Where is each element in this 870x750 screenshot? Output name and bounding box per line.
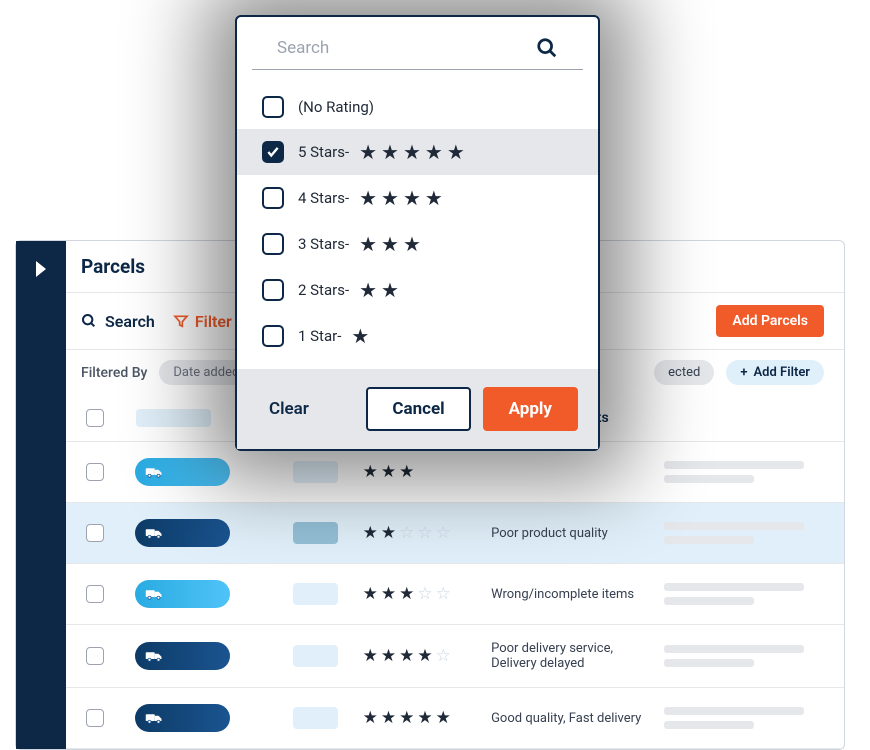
- option-checkbox[interactable]: [262, 233, 284, 255]
- search-icon[interactable]: [536, 37, 558, 59]
- option-checkbox[interactable]: [262, 325, 284, 347]
- table-row[interactable]: ★★★★★Good quality, Fast delivery: [66, 688, 844, 749]
- row-placeholder: [664, 522, 804, 544]
- filter-button[interactable]: Filter: [173, 312, 232, 331]
- add-parcels-button[interactable]: Add Parcels: [716, 305, 824, 337]
- star-icons: ★: [351, 324, 369, 348]
- column-placeholder: [136, 409, 211, 427]
- rating-stars: ★★★☆☆: [363, 584, 491, 604]
- rating-option[interactable]: 3 Stars-★★★: [237, 221, 598, 267]
- cancel-button[interactable]: Cancel: [366, 387, 470, 431]
- rating-stars: ★★★★☆: [363, 646, 491, 666]
- star-icons: ★★★: [359, 232, 421, 256]
- star-icons: ★★★★★: [359, 140, 465, 164]
- comment-text: Wrong/incomplete items: [491, 587, 651, 602]
- search-button[interactable]: Search: [81, 312, 155, 331]
- status-badge: [135, 519, 230, 547]
- option-checkbox[interactable]: [262, 141, 284, 163]
- row-placeholder: [664, 583, 804, 605]
- cell-placeholder: [293, 707, 338, 729]
- status-badge: [135, 580, 230, 608]
- row-placeholder: [664, 707, 804, 729]
- rating-option[interactable]: (No Rating): [237, 85, 598, 129]
- filter-icon: [173, 313, 189, 329]
- search-label: Search: [105, 312, 155, 331]
- option-label: 3 Stars-★★★: [298, 232, 421, 256]
- select-all-checkbox[interactable]: [86, 409, 104, 427]
- comment-text: Good quality, Fast delivery: [491, 711, 651, 726]
- modal-search-row: [252, 17, 583, 70]
- apply-button[interactable]: Apply: [483, 387, 578, 431]
- star-icons: ★★: [359, 278, 399, 302]
- table-row[interactable]: ★★☆☆☆Poor product quality: [66, 503, 844, 564]
- option-label: 2 Stars-★★: [298, 278, 399, 302]
- rating-option[interactable]: 1 Star-★: [237, 313, 598, 359]
- rating-stars: ★★☆☆☆: [363, 523, 491, 543]
- row-placeholder: [664, 645, 804, 667]
- comment-text: Poor delivery service, Delivery delayed: [491, 641, 651, 671]
- option-label: 1 Star-★: [298, 324, 369, 348]
- plus-icon: +: [740, 365, 747, 380]
- clear-button[interactable]: Clear: [257, 391, 321, 427]
- table-row[interactable]: ★★★☆☆Wrong/incomplete items: [66, 564, 844, 625]
- status-badge: [135, 458, 230, 486]
- row-checkbox[interactable]: [86, 524, 104, 542]
- option-label: (No Rating): [298, 98, 374, 116]
- rating-option[interactable]: 2 Stars-★★: [237, 267, 598, 313]
- filtered-by-label: Filtered By: [81, 365, 147, 381]
- rating-option[interactable]: 5 Stars-★★★★★: [237, 129, 598, 175]
- cell-placeholder: [293, 461, 338, 483]
- rating-filter-modal: (No Rating) 5 Stars-★★★★★ 4 Stars-★★★★ 3 St…: [235, 15, 600, 451]
- option-label: 5 Stars-★★★★★: [298, 140, 465, 164]
- search-icon: [81, 313, 97, 329]
- rating-stars: ★★★: [363, 462, 491, 482]
- row-checkbox[interactable]: [86, 647, 104, 665]
- filter-chip[interactable]: ected: [654, 360, 714, 385]
- cell-placeholder: [293, 522, 338, 544]
- option-checkbox[interactable]: [262, 187, 284, 209]
- option-label: 4 Stars-★★★★: [298, 186, 443, 210]
- add-filter-label: Add Filter: [754, 365, 811, 380]
- table-row[interactable]: ★★★: [66, 442, 844, 503]
- expand-arrow-icon[interactable]: [34, 259, 50, 283]
- rating-option[interactable]: 4 Stars-★★★★: [237, 175, 598, 221]
- row-placeholder: [664, 461, 804, 483]
- status-badge: [135, 642, 230, 670]
- row-checkbox[interactable]: [86, 709, 104, 727]
- option-checkbox[interactable]: [262, 279, 284, 301]
- side-rail: [16, 241, 66, 749]
- table-row[interactable]: ★★★★☆Poor delivery service, Delivery del…: [66, 625, 844, 688]
- row-checkbox[interactable]: [86, 585, 104, 603]
- modal-footer: Clear Cancel Apply: [237, 369, 598, 449]
- star-icons: ★★★★: [359, 186, 443, 210]
- modal-search-input[interactable]: [277, 38, 536, 58]
- option-checkbox[interactable]: [262, 96, 284, 118]
- row-checkbox[interactable]: [86, 463, 104, 481]
- modal-options-list: (No Rating) 5 Stars-★★★★★ 4 Stars-★★★★ 3 St…: [237, 70, 598, 369]
- add-filter-button[interactable]: + Add Filter: [726, 360, 824, 385]
- filter-label: Filter: [195, 312, 232, 331]
- comment-text: Poor product quality: [491, 526, 651, 541]
- rating-stars: ★★★★★: [363, 708, 491, 728]
- cell-placeholder: [293, 583, 338, 605]
- cell-placeholder: [293, 645, 338, 667]
- status-badge: [135, 704, 230, 732]
